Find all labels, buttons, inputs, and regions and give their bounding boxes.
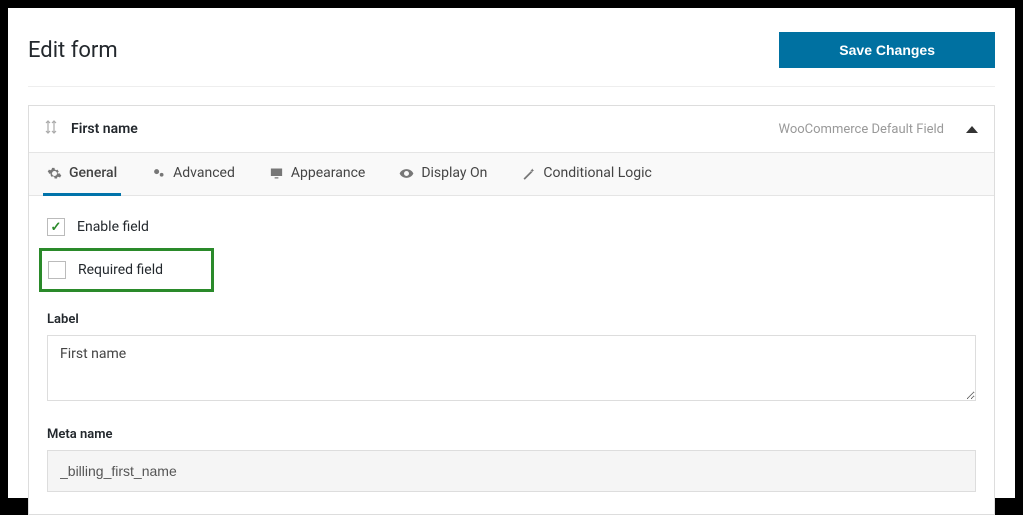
- save-button[interactable]: Save Changes: [779, 32, 995, 68]
- drag-handle-icon[interactable]: [45, 120, 57, 138]
- required-field-checkbox[interactable]: [48, 261, 66, 279]
- field-name-label: First name: [71, 121, 138, 137]
- page-header: Edit form Save Changes: [28, 20, 995, 87]
- wand-icon: [521, 166, 536, 181]
- field-type-badge: WooCommerce Default Field: [779, 122, 945, 137]
- meta-caption: Meta name: [47, 427, 976, 442]
- panel-body: Enable field Required field Label Meta n…: [29, 196, 994, 492]
- label-group: Label: [47, 312, 976, 405]
- tab-conditional[interactable]: Conditional Logic: [517, 153, 655, 196]
- monitor-icon: [269, 166, 284, 181]
- tab-advanced-label: Advanced: [173, 165, 235, 181]
- tab-display-on-label: Display On: [421, 165, 487, 181]
- app-frame: Edit form Save Changes First name WooCom…: [8, 8, 1015, 498]
- panel-header-right: WooCommerce Default Field: [779, 122, 979, 137]
- tab-appearance[interactable]: Appearance: [265, 153, 369, 196]
- tab-appearance-label: Appearance: [291, 165, 365, 181]
- panel-header-left: First name: [45, 120, 138, 138]
- label-input[interactable]: [47, 335, 976, 401]
- enable-field-checkbox[interactable]: [47, 218, 65, 236]
- required-field-label: Required field: [78, 262, 163, 278]
- tab-bar: General Advanced Appearance Display On C…: [29, 153, 994, 196]
- enable-field-label: Enable field: [77, 219, 149, 235]
- gear-icon: [47, 166, 62, 181]
- enable-field-row: Enable field: [47, 214, 976, 240]
- tab-general-label: General: [69, 165, 117, 181]
- collapse-toggle-icon[interactable]: [966, 126, 978, 133]
- eye-icon: [399, 166, 414, 181]
- tab-general[interactable]: General: [43, 153, 121, 196]
- tab-advanced[interactable]: Advanced: [147, 153, 239, 196]
- page-title: Edit form: [28, 38, 118, 63]
- gears-icon: [151, 166, 166, 181]
- meta-input: [47, 450, 976, 492]
- field-panel: First name WooCommerce Default Field Gen…: [28, 105, 995, 515]
- tab-display-on[interactable]: Display On: [395, 153, 491, 196]
- tab-conditional-label: Conditional Logic: [543, 165, 651, 181]
- panel-header: First name WooCommerce Default Field: [29, 106, 994, 153]
- label-caption: Label: [47, 312, 976, 327]
- required-field-row: Required field: [39, 248, 214, 292]
- meta-group: Meta name: [47, 427, 976, 492]
